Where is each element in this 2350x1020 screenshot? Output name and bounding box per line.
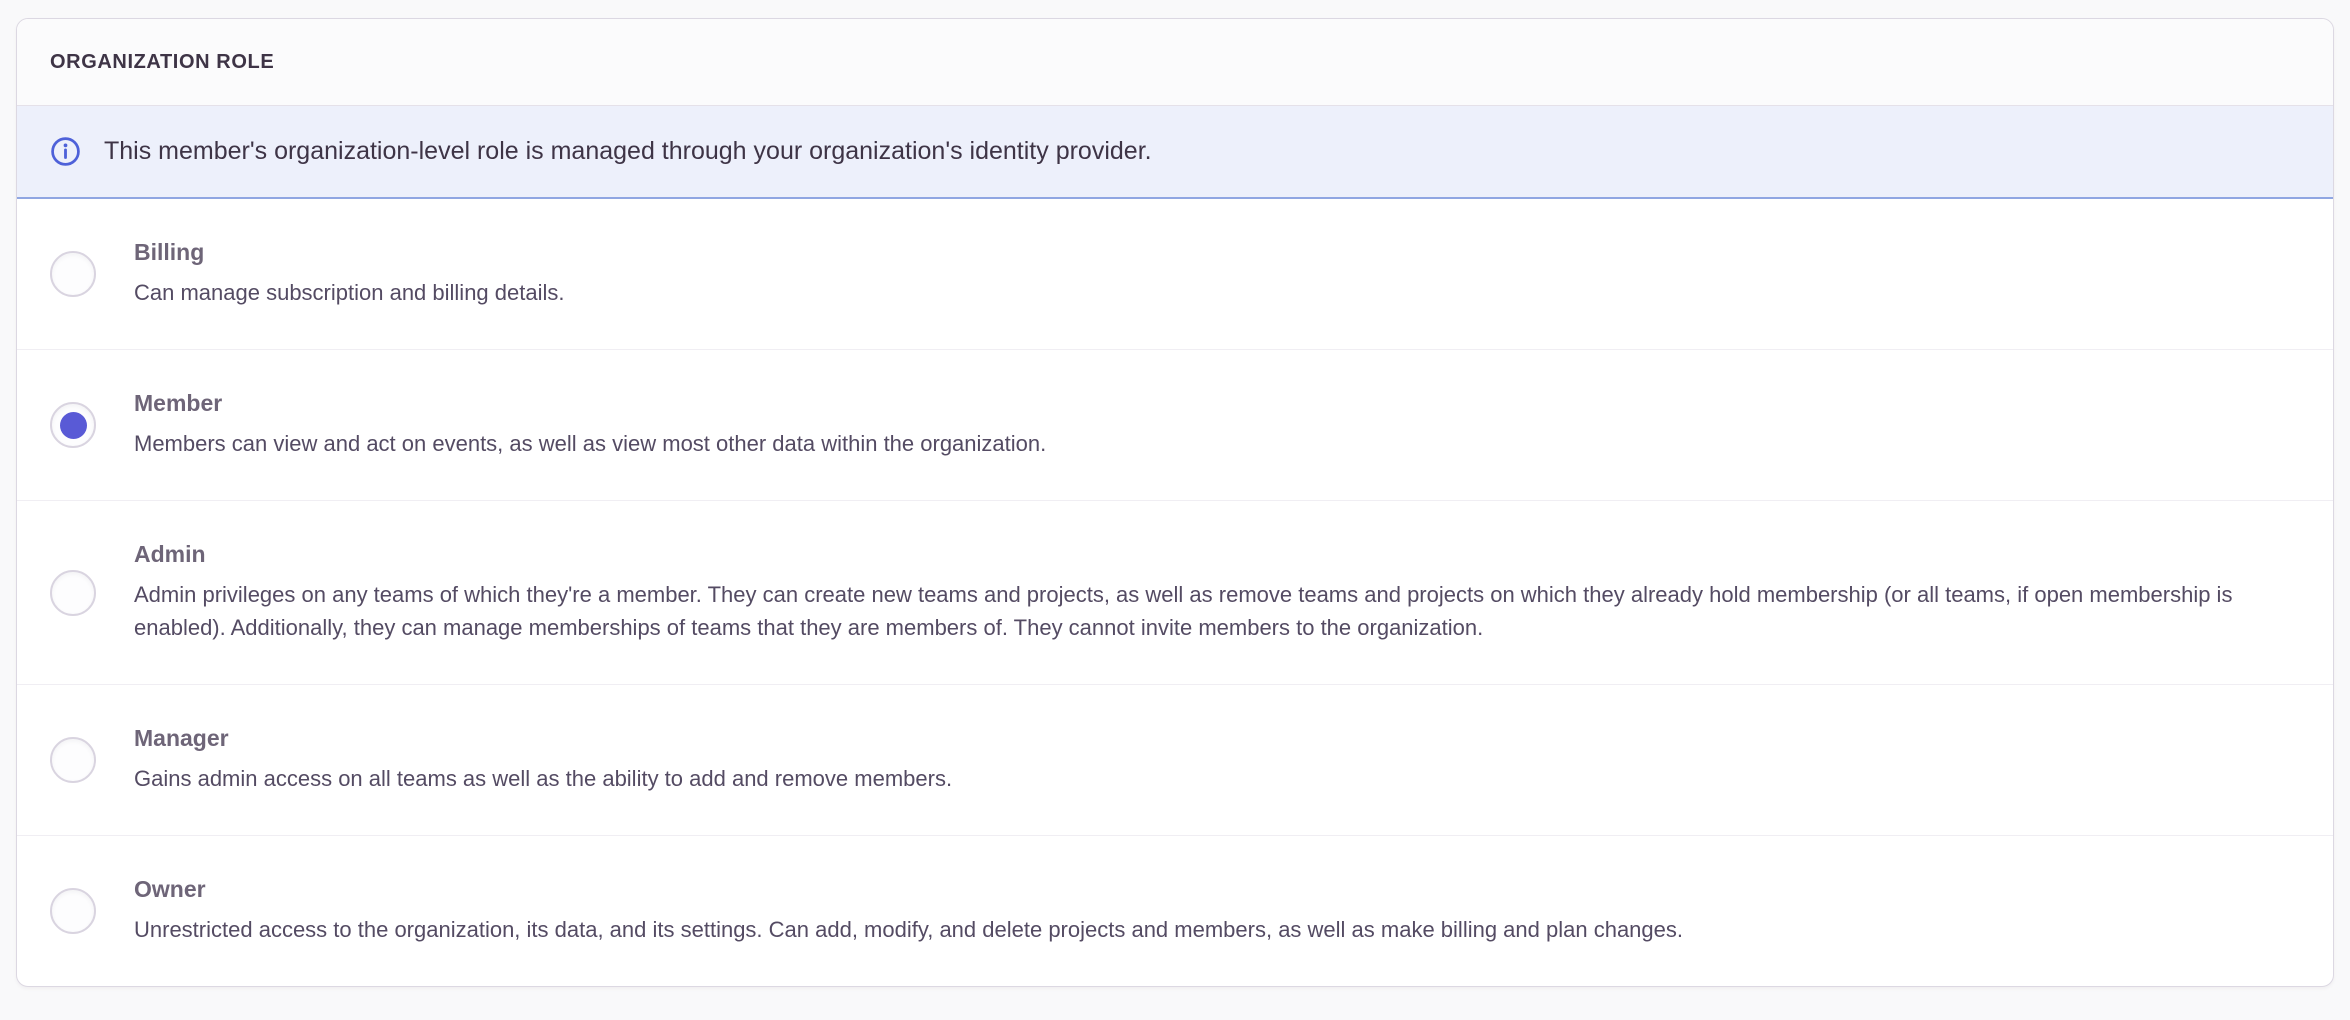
role-option-billing[interactable]: Billing Can manage subscription and bill… bbox=[17, 199, 2333, 350]
role-option-member[interactable]: Member Members can view and act on event… bbox=[17, 350, 2333, 501]
banner-message: This member's organization-level role is… bbox=[104, 137, 1152, 166]
idp-managed-banner: This member's organization-level role is… bbox=[17, 106, 2333, 199]
role-option-manager[interactable]: Manager Gains admin access on all teams … bbox=[17, 685, 2333, 836]
role-text: Owner Unrestricted access to the organiz… bbox=[134, 876, 2297, 946]
role-description: Can manage subscription and billing deta… bbox=[134, 276, 2297, 309]
role-name: Owner bbox=[134, 876, 2297, 903]
role-text: Member Members can view and act on event… bbox=[134, 390, 2297, 460]
role-option-admin[interactable]: Admin Admin privileges on any teams of w… bbox=[17, 501, 2333, 685]
role-name: Member bbox=[134, 390, 2297, 417]
role-description: Gains admin access on all teams as well … bbox=[134, 762, 2297, 795]
role-radio-billing[interactable] bbox=[50, 251, 96, 297]
role-description: Admin privileges on any teams of which t… bbox=[134, 578, 2297, 644]
role-option-owner[interactable]: Owner Unrestricted access to the organiz… bbox=[17, 836, 2333, 986]
role-description: Unrestricted access to the organization,… bbox=[134, 913, 2297, 946]
role-radio-member[interactable] bbox=[50, 402, 96, 448]
organization-role-panel: ORGANIZATION ROLE This member's organiza… bbox=[16, 18, 2334, 987]
info-icon bbox=[50, 136, 81, 167]
role-text: Admin Admin privileges on any teams of w… bbox=[134, 541, 2297, 644]
role-text: Manager Gains admin access on all teams … bbox=[134, 725, 2297, 795]
role-radio-owner[interactable] bbox=[50, 888, 96, 934]
panel-header: ORGANIZATION ROLE bbox=[17, 19, 2333, 106]
role-name: Billing bbox=[134, 239, 2297, 266]
role-radio-admin[interactable] bbox=[50, 570, 96, 616]
role-radio-manager[interactable] bbox=[50, 737, 96, 783]
role-description: Members can view and act on events, as w… bbox=[134, 427, 2297, 460]
radio-dot bbox=[60, 412, 87, 439]
role-name: Admin bbox=[134, 541, 2297, 568]
role-name: Manager bbox=[134, 725, 2297, 752]
panel-title: ORGANIZATION ROLE bbox=[50, 51, 274, 74]
role-text: Billing Can manage subscription and bill… bbox=[134, 239, 2297, 309]
